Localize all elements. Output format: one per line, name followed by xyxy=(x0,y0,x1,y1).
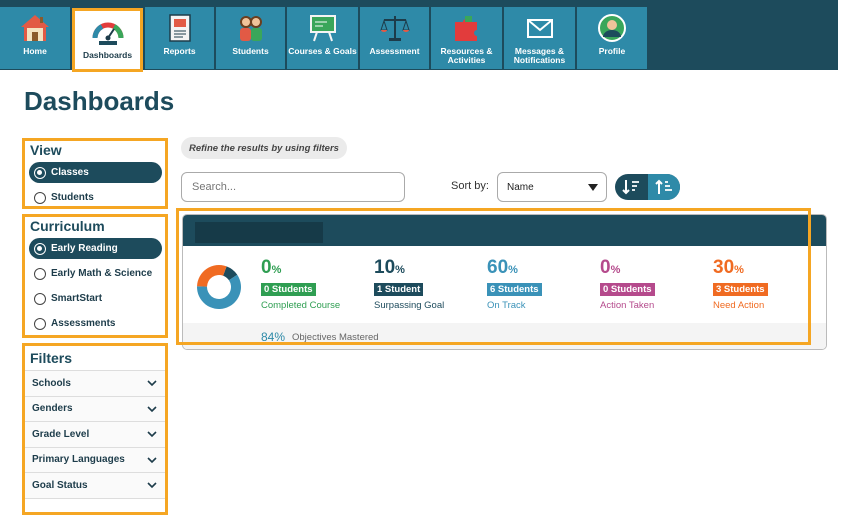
nav-label: Resources & Activities xyxy=(440,46,493,65)
sort-direction-toggle xyxy=(615,174,680,200)
home-icon xyxy=(18,11,52,45)
option-label: Classes xyxy=(51,167,89,178)
curriculum-option-early-math-science[interactable]: Early Math & Science xyxy=(29,263,162,284)
nav-spacer xyxy=(648,7,838,69)
filter-label: Grade Level xyxy=(32,428,90,440)
nav-courses-goals[interactable]: Courses & Goals xyxy=(287,7,358,69)
scales-icon xyxy=(378,11,412,45)
sort-select[interactable]: Name xyxy=(497,172,607,202)
nav-students[interactable]: Students xyxy=(216,7,285,69)
nav-reports[interactable]: Reports xyxy=(145,7,214,69)
radio-selected-icon xyxy=(34,166,46,179)
nav-label: Students xyxy=(232,46,269,56)
radio-unselected-icon xyxy=(34,317,46,330)
view-title: View xyxy=(30,142,62,158)
view-option-students[interactable]: Students xyxy=(29,187,162,208)
gauge-icon xyxy=(91,15,125,49)
dropdown-arrow-icon xyxy=(588,184,598,191)
report-icon xyxy=(163,11,197,45)
option-label: SmartStart xyxy=(51,293,103,304)
filter-goal-status[interactable]: Goal Status xyxy=(25,473,165,499)
chalkboard-icon xyxy=(306,11,340,45)
option-label: Early Reading xyxy=(51,243,118,254)
sort-ascending-button[interactable] xyxy=(647,174,680,200)
sort-value: Name xyxy=(507,181,534,193)
students-icon xyxy=(234,11,268,45)
sort-label: Sort by: xyxy=(451,180,489,192)
chevron-down-icon xyxy=(147,380,157,387)
filter-schools[interactable]: Schools xyxy=(25,371,165,397)
view-option-classes[interactable]: Classes xyxy=(29,162,162,183)
envelope-icon xyxy=(523,11,557,45)
chevron-down-icon xyxy=(147,406,157,412)
nav-label: Home xyxy=(23,46,47,56)
radio-unselected-icon xyxy=(34,267,46,280)
nav-label: Courses & Goals xyxy=(288,46,357,56)
filter-label: Genders xyxy=(32,403,73,415)
option-label: Early Math & Science xyxy=(51,268,153,279)
profile-icon xyxy=(595,11,629,45)
nav-label: Messages & Notifications xyxy=(513,46,566,65)
curriculum-option-early-reading[interactable]: Early Reading xyxy=(29,238,162,259)
nav-label: Profile xyxy=(598,46,626,56)
refine-hint: Refine the results by using filters xyxy=(181,137,347,159)
curriculum-panel: Curriculum Early Reading Early Math & Sc… xyxy=(22,214,168,338)
puzzle-icon xyxy=(450,11,484,45)
nav-label: Reports xyxy=(163,46,196,56)
curriculum-option-assessments[interactable]: Assessments xyxy=(29,313,162,334)
filter-genders[interactable]: Genders xyxy=(25,396,165,422)
filters-title: Filters xyxy=(30,350,73,366)
filter-grade-level[interactable]: Grade Level xyxy=(25,422,165,448)
filters-panel: Filters Schools Genders Grade Level Prim… xyxy=(22,343,168,515)
filter-label: Primary Languages xyxy=(32,454,125,466)
chevron-down-icon xyxy=(147,431,157,438)
sort-descending-icon xyxy=(622,180,640,195)
view-panel: View Classes Students xyxy=(22,138,168,209)
nav-label: Dashboards xyxy=(82,50,133,60)
sort-ascending-icon xyxy=(655,179,672,194)
option-label: Assessments xyxy=(51,318,116,329)
filter-primary-languages[interactable]: Primary Languages xyxy=(25,447,165,473)
nav-label: Assessment xyxy=(369,46,420,56)
chevron-down-icon xyxy=(147,482,157,489)
search-input[interactable] xyxy=(181,172,405,202)
chevron-down-icon xyxy=(147,457,157,463)
option-label: Students xyxy=(51,192,94,203)
nav-resources-activities[interactable]: Resources & Activities xyxy=(431,7,502,69)
page-title: Dashboards xyxy=(24,86,175,116)
nav-assessment[interactable]: Assessment xyxy=(360,7,429,69)
nav-messages-notifications[interactable]: Messages & Notifications xyxy=(504,7,575,69)
filter-label: Goal Status xyxy=(32,479,88,491)
card-highlight-outline xyxy=(176,208,811,345)
filters-list: Schools Genders Grade Level Primary Lang… xyxy=(25,370,165,499)
nav-home[interactable]: Home xyxy=(0,7,70,69)
sort-descending-button[interactable] xyxy=(615,174,648,200)
radio-selected-icon xyxy=(34,242,46,255)
filter-label: Schools xyxy=(32,377,71,389)
curriculum-option-smartstart[interactable]: SmartStart xyxy=(29,288,162,309)
nav-dashboards[interactable]: Dashboards xyxy=(72,8,143,72)
curriculum-title: Curriculum xyxy=(30,218,105,234)
radio-unselected-icon xyxy=(34,292,46,305)
radio-unselected-icon xyxy=(34,191,46,204)
nav-profile[interactable]: Profile xyxy=(577,7,647,69)
